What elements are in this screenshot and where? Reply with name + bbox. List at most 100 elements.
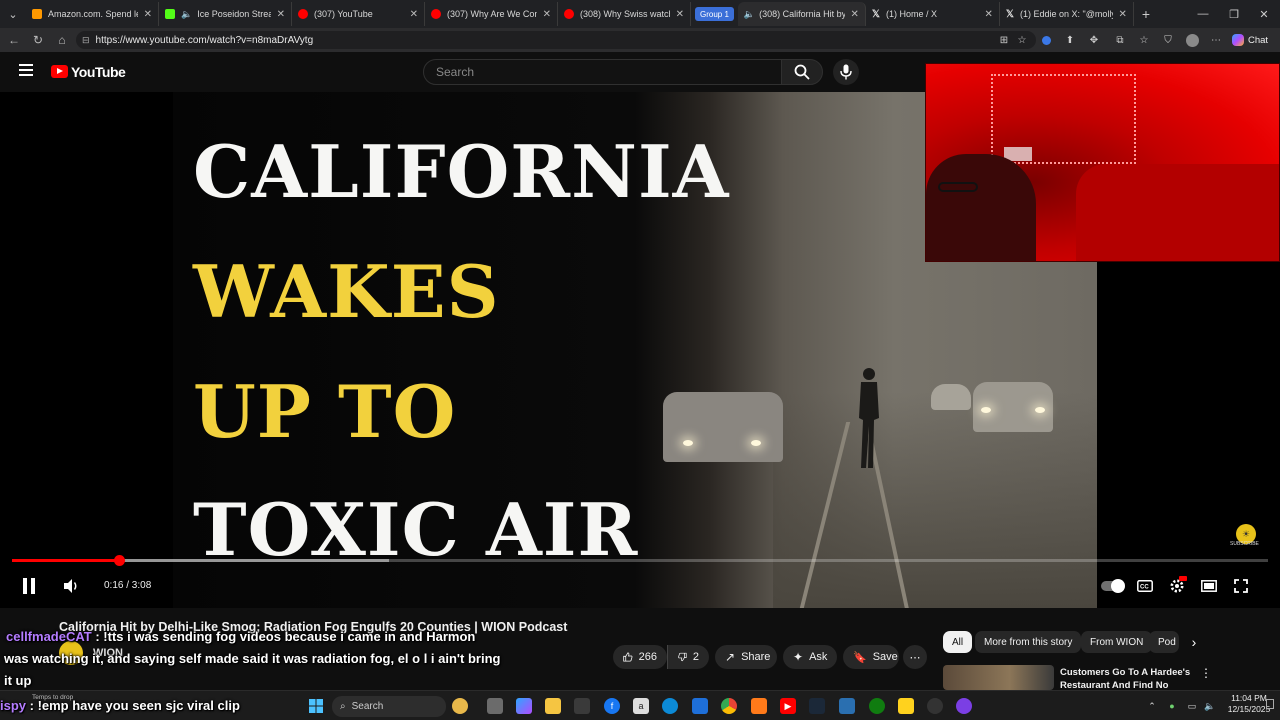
windows-start-icon[interactable] [308, 698, 324, 714]
favorite-star-icon[interactable]: ☆ [1014, 32, 1030, 48]
edge-icon[interactable] [662, 698, 678, 714]
search-input[interactable]: Search [423, 59, 782, 85]
tab-actions-menu-icon[interactable]: ⌄ [0, 0, 26, 28]
split-screen-icon[interactable]: ⧉ [1112, 32, 1128, 48]
chip-more-from-story[interactable]: More from this story [975, 631, 1082, 653]
chat-message-2: ispy : !emp have you seen sjc viral clip [0, 698, 240, 713]
dislike-button[interactable]: 2 [667, 645, 709, 669]
network-icon[interactable]: ▭ [1184, 698, 1200, 714]
file-explorer-icon[interactable] [545, 698, 561, 714]
speaker-icon[interactable]: 🔈 [181, 9, 192, 20]
scrubber-handle[interactable] [113, 555, 125, 566]
car-left [663, 392, 783, 462]
pause-icon [23, 578, 35, 594]
tab-ice-poseidon[interactable]: 🔈 Ice Poseidon Stream - ✕ [159, 2, 292, 26]
task-view-icon[interactable] [487, 698, 503, 714]
youtube-logo-icon[interactable] [51, 65, 68, 78]
app-icon[interactable] [839, 698, 855, 714]
notification-icon[interactable] [1266, 699, 1274, 709]
close-tab-icon[interactable]: ✕ [410, 9, 418, 20]
more-menu-icon[interactable]: ⋯ [1208, 32, 1224, 48]
close-tab-icon[interactable]: ✕ [676, 9, 684, 20]
like-button[interactable]: 266 [613, 645, 667, 669]
new-tab-button[interactable]: + [1134, 6, 1158, 22]
volume-button[interactable] [61, 575, 83, 597]
youtube-app-icon[interactable]: ▶ [780, 698, 796, 714]
chrome-icon[interactable] [721, 698, 737, 714]
autoplay-toggle[interactable] [1100, 575, 1125, 597]
close-tab-icon[interactable]: ✕ [277, 9, 285, 20]
share-button[interactable]: ↗ Share [715, 645, 777, 669]
show-hidden-icons-icon[interactable]: ⌃ [1144, 698, 1160, 714]
youtube-logo-text[interactable]: YouTube [71, 64, 126, 80]
close-tab-icon[interactable]: ✕ [985, 9, 993, 20]
tab-youtube-home[interactable]: (307) YouTube ✕ [292, 2, 425, 26]
chip-podcasts[interactable]: Pod [1149, 631, 1179, 653]
subscribe-watermark[interactable]: SUBSCRIBE [1230, 541, 1259, 547]
tab-california-active[interactable]: 🔈 (308) California Hit by ✕ [737, 2, 866, 26]
tab-group-label[interactable]: Group 1 [695, 7, 734, 21]
voice-search-button[interactable] [833, 59, 859, 85]
extension-circle-icon[interactable] [1038, 32, 1054, 48]
microphone-icon[interactable]: ● [1164, 698, 1180, 714]
address-bar[interactable]: ⊟ https://www.youtube.com/watch?v=n8maDr… [76, 31, 1036, 49]
app-icon[interactable] [927, 698, 943, 714]
obs-icon[interactable] [956, 698, 972, 714]
steam-icon[interactable] [809, 698, 825, 714]
hamburger-menu-icon[interactable] [19, 64, 33, 76]
calculator-icon[interactable] [692, 698, 708, 714]
site-info-icon[interactable]: ⊟ [82, 35, 90, 46]
settings-button[interactable] [1166, 575, 1188, 597]
extensions-puzzle-icon[interactable]: ✥ [1086, 32, 1102, 48]
chip-all[interactable]: All [943, 631, 973, 653]
browser-essentials-icon[interactable]: ⛉ [1160, 32, 1176, 48]
refresh-icon[interactable]: ↻ [26, 28, 50, 52]
xbox-icon[interactable] [869, 698, 885, 714]
home-icon[interactable]: ⌂ [50, 28, 74, 52]
speaker-icon[interactable]: 🔈 [1202, 698, 1218, 714]
back-arrow-icon[interactable]: ← [2, 28, 26, 52]
restore-icon[interactable]: ❐ [1218, 0, 1250, 28]
close-tab-icon[interactable]: ✕ [144, 9, 152, 20]
progress-bar[interactable] [12, 555, 1268, 566]
more-actions-button[interactable]: ⋯ [903, 645, 927, 669]
extension-arrow-icon[interactable]: ⬆ [1062, 32, 1078, 48]
chip-from-wion[interactable]: From WION [1081, 631, 1153, 653]
save-button[interactable]: 🔖 Save [843, 645, 899, 669]
copilot-chat-button[interactable]: Chat [1232, 32, 1268, 48]
fullscreen-button[interactable] [1230, 575, 1252, 597]
headline-line-4: TOXIC AIR [193, 487, 639, 572]
ask-button[interactable]: ✦ Ask [783, 645, 837, 669]
captions-button[interactable]: CC [1134, 575, 1156, 597]
recommendation-title[interactable]: Customers Go To A Hardee's Restaurant An… [1060, 666, 1190, 692]
tab-x-eddie[interactable]: 𝕏 (1) Eddie on X: "@mollyxy ✕ [1000, 2, 1134, 26]
toggle-track [1101, 579, 1125, 593]
close-window-icon[interactable]: ✕ [1248, 0, 1280, 28]
copilot-app-icon[interactable] [516, 698, 532, 714]
tab-why-consume[interactable]: (307) Why Are We Consum ✕ [425, 2, 558, 26]
theater-mode-button[interactable] [1198, 575, 1220, 597]
store-icon[interactable] [574, 698, 590, 714]
taskbar-search[interactable]: ⌕ Search [332, 696, 446, 717]
profile-avatar-icon[interactable] [1184, 32, 1200, 48]
minimize-icon[interactable]: — [1187, 0, 1219, 28]
pause-button[interactable] [18, 575, 40, 597]
close-tab-icon[interactable]: ✕ [1119, 9, 1127, 20]
tab-swiss-watches[interactable]: (308) Why Swiss watches n ✕ [558, 2, 691, 26]
recommendation-thumbnail[interactable] [943, 665, 1054, 690]
amazon-icon[interactable]: a [633, 698, 649, 714]
collections-icon[interactable]: ☆ [1136, 32, 1152, 48]
chevron-right-icon[interactable]: › [1186, 634, 1202, 650]
tab-amazon[interactable]: Amazon.com. Spend less. S ✕ [26, 2, 159, 26]
close-tab-icon[interactable]: ✕ [543, 9, 551, 20]
app-icon[interactable] [898, 698, 914, 714]
tab-x-home[interactable]: 𝕏 (1) Home / X ✕ [866, 2, 1000, 26]
vlc-icon[interactable] [751, 698, 767, 714]
pinned-app-icon[interactable] [452, 698, 468, 714]
facebook-icon[interactable]: f [604, 698, 620, 714]
recommendation-menu-icon[interactable]: ⋮ [1200, 666, 1212, 680]
read-aloud-icon[interactable]: ⊞ [996, 32, 1012, 48]
search-button[interactable] [781, 59, 823, 85]
close-tab-icon[interactable]: ✕ [851, 9, 859, 20]
speaker-icon[interactable]: 🔈 [744, 9, 755, 20]
